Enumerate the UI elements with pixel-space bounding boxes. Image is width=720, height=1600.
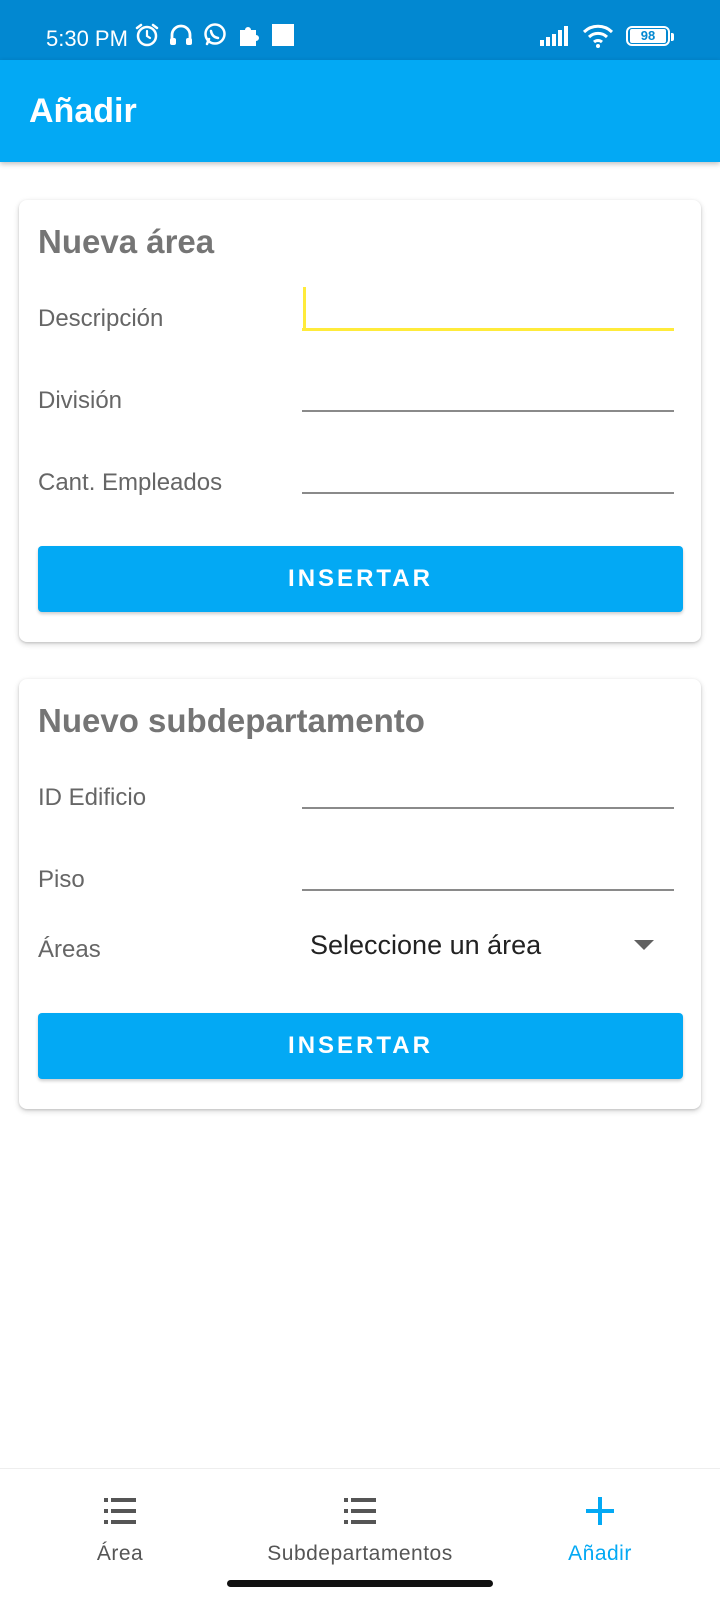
nav-label-subdepartments: Subdepartamentos: [267, 1542, 453, 1565]
battery-level: 98: [630, 29, 666, 43]
text-cursor: [303, 287, 306, 331]
new-area-card: Nueva área Descripción División Cant. Em…: [19, 200, 701, 642]
employees-input[interactable]: [302, 448, 674, 494]
list-icon: [104, 1498, 136, 1524]
nav-label-area: Área: [96, 1542, 144, 1565]
areas-label: Áreas: [38, 936, 101, 963]
new-subdepartment-card: Nuevo subdepartamento ID Edificio Piso Á…: [19, 679, 701, 1109]
nav-label-add: Añadir: [568, 1542, 632, 1565]
description-label: Descripción: [38, 305, 164, 332]
dropdown-arrow-icon: [634, 940, 654, 950]
puzzle-icon: [240, 27, 259, 46]
plus-icon: [586, 1497, 614, 1525]
headset-icon: [170, 24, 192, 45]
division-label: División: [38, 387, 123, 414]
app-bar: Añadir: [0, 60, 720, 162]
square-icon: [272, 24, 294, 46]
home-indicator[interactable]: [227, 1580, 493, 1587]
status-bar: 5:30 PM 98: [0, 0, 720, 60]
building-id-input[interactable]: [302, 763, 674, 809]
nav-item-subdepartments[interactable]: Subdepartamentos: [250, 1469, 470, 1579]
status-time: 5:30 PM: [46, 26, 128, 51]
insert-area-button[interactable]: INSERTAR: [38, 546, 683, 612]
description-input[interactable]: [302, 285, 674, 331]
alarm-icon: [135, 23, 159, 47]
wifi-icon: [582, 24, 614, 48]
signal-icon: [540, 26, 568, 46]
nav-item-area[interactable]: Área: [70, 1469, 170, 1579]
battery-icon: 98: [626, 26, 674, 46]
division-input[interactable]: [302, 366, 674, 412]
new-area-title: Nueva área: [38, 223, 215, 260]
insert-subdepartment-button[interactable]: INSERTAR: [38, 1013, 683, 1079]
list-icon: [344, 1498, 376, 1524]
nav-item-add[interactable]: Añadir: [550, 1469, 650, 1579]
floor-input[interactable]: [302, 845, 674, 891]
page-title: Añadir: [29, 92, 137, 130]
system-icons: 98: [540, 24, 674, 48]
building-id-label: ID Edificio: [38, 784, 147, 811]
areas-dropdown-value: Seleccione un área: [310, 929, 542, 960]
floor-label: Piso: [38, 866, 85, 893]
notification-icons: [134, 22, 296, 48]
employees-label: Cant. Empleados: [38, 469, 223, 496]
new-subdepartment-title: Nuevo subdepartamento: [38, 702, 425, 739]
areas-dropdown[interactable]: Seleccione un área: [302, 921, 674, 969]
whatsapp-icon: [204, 23, 226, 46]
